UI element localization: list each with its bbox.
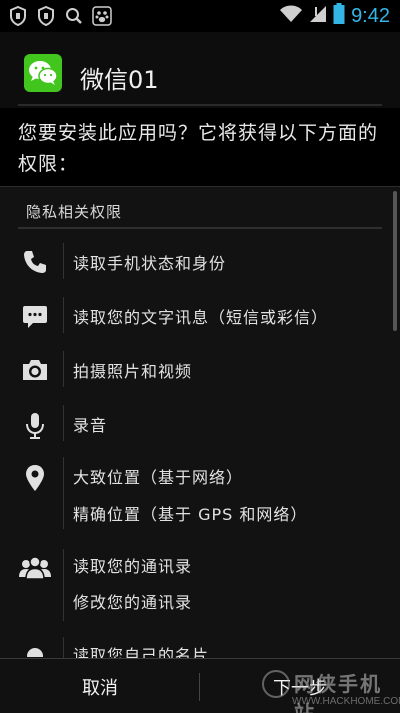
item-divider bbox=[63, 549, 64, 621]
contacts-icon bbox=[18, 551, 52, 585]
item-divider bbox=[63, 637, 64, 658]
section-divider bbox=[18, 227, 382, 229]
item-divider bbox=[63, 351, 64, 387]
permission-label: 修改您的通讯录 bbox=[73, 593, 193, 612]
item-divider bbox=[63, 405, 64, 441]
wechat-icon bbox=[24, 54, 62, 92]
item-divider bbox=[63, 243, 64, 279]
battery-icon bbox=[333, 3, 345, 29]
permission-label: 拍摄照片和视频 bbox=[73, 362, 193, 381]
status-bar: 9:42 bbox=[0, 0, 400, 32]
item-divider bbox=[63, 297, 64, 333]
permission-list[interactable]: 隐私相关权限 读取手机状态和身份 读取您的文字讯息（短信或彩信） 拍摄照片和视频… bbox=[0, 186, 400, 658]
microphone-icon bbox=[18, 409, 52, 443]
shield-icon bbox=[8, 5, 28, 27]
profile-icon bbox=[18, 639, 52, 658]
section-title: 隐私相关权限 bbox=[26, 203, 123, 221]
permission-label: 读取您的通讯录 bbox=[73, 557, 193, 576]
header-divider bbox=[18, 104, 382, 106]
search-icon bbox=[64, 5, 84, 27]
location-pin-icon bbox=[18, 461, 52, 495]
permission-item: 读取您的通讯录 修改您的通讯录 bbox=[0, 543, 400, 629]
permission-item: 读取手机状态和身份 bbox=[0, 237, 400, 287]
signal-icon bbox=[309, 5, 327, 27]
app-name: 微信01 bbox=[80, 66, 159, 94]
permission-item: 拍摄照片和视频 bbox=[0, 345, 400, 395]
permission-label: 读取您的文字讯息（短信或彩信） bbox=[73, 308, 329, 327]
shield-icon bbox=[36, 5, 56, 27]
camera-icon bbox=[18, 353, 52, 387]
baidu-paw-icon bbox=[92, 5, 112, 27]
cancel-button[interactable]: 取消 bbox=[0, 659, 200, 713]
next-button[interactable]: 下一步 bbox=[200, 659, 400, 713]
bottom-button-bar: 取消 下一步 bbox=[0, 658, 400, 713]
system-icons: 9:42 bbox=[279, 3, 390, 29]
phone-icon bbox=[18, 245, 52, 279]
clock: 9:42 bbox=[351, 4, 390, 27]
permission-item: 录音 bbox=[0, 399, 400, 449]
wifi-icon bbox=[279, 5, 303, 27]
permission-item: 大致位置（基于网络） 精确位置（基于 GPS 和网络） bbox=[0, 451, 400, 537]
permission-item: 读取您自己的名片 bbox=[0, 631, 400, 658]
notification-icons bbox=[8, 5, 112, 27]
install-header: 微信01 bbox=[0, 32, 400, 108]
permission-item: 读取您的文字讯息（短信或彩信） bbox=[0, 291, 400, 341]
permission-label: 大致位置（基于网络） bbox=[73, 468, 244, 487]
permission-label: 读取您自己的名片 bbox=[73, 646, 210, 658]
item-divider bbox=[63, 457, 64, 529]
install-question: 您要安装此应用吗？它将获得以下方面的权限： bbox=[18, 122, 379, 175]
permission-label: 精确位置（基于 GPS 和网络） bbox=[73, 505, 308, 524]
permission-label: 录音 bbox=[73, 416, 108, 435]
permission-label: 读取手机状态和身份 bbox=[73, 254, 227, 273]
message-icon bbox=[18, 299, 52, 333]
